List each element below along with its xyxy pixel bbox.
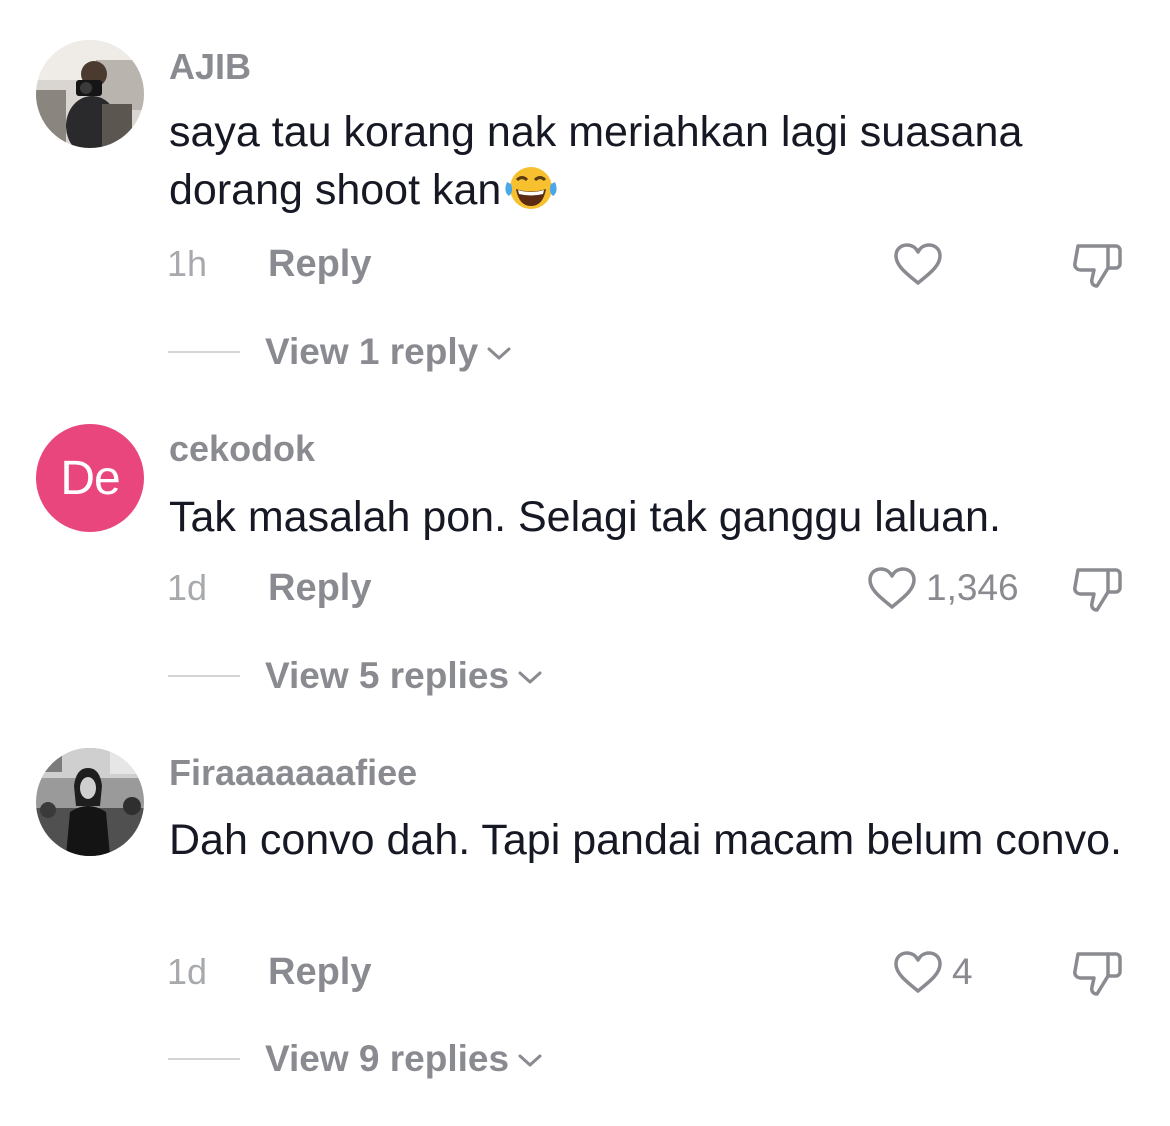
reply-button[interactable]: Reply bbox=[268, 558, 371, 618]
comment-text-body: saya tau korang nak meriahkan lagi suasa… bbox=[169, 108, 1023, 214]
avatar[interactable]: De bbox=[36, 424, 144, 532]
timestamp: 1d bbox=[167, 567, 208, 608]
view-replies-row: View 9 replies bbox=[0, 1031, 1170, 1087]
divider bbox=[168, 351, 240, 353]
thumbs-down-outline-icon bbox=[1073, 568, 1122, 612]
username[interactable]: Firaaaaaaafiee bbox=[169, 752, 417, 794]
laughing-tears-emoji-icon bbox=[505, 167, 557, 209]
username[interactable]: AJIB bbox=[169, 46, 251, 88]
comment-text: Tak masalah pon. Selagi tak ganggu lalua… bbox=[169, 493, 1001, 541]
comment-text: Dah convo dah. Tapi pandai macam belum c… bbox=[169, 816, 1122, 864]
dislike-button[interactable] bbox=[1070, 234, 1124, 294]
comment-text: saya tau korang nak meriahkan lagi suasa… bbox=[169, 103, 1129, 219]
divider bbox=[168, 1058, 240, 1060]
avatar-photo bbox=[36, 748, 144, 856]
like-button[interactable]: 1,346 bbox=[866, 558, 1019, 618]
like-count: 1,346 bbox=[926, 567, 1019, 608]
dislike-button[interactable] bbox=[1070, 558, 1124, 618]
view-replies-row: View 1 reply bbox=[0, 324, 1170, 380]
view-replies-label: View 5 replies bbox=[265, 655, 510, 696]
comment-actions: 1d Reply 1,346 bbox=[0, 558, 1170, 618]
chevron-down-icon bbox=[487, 347, 511, 360]
avatar-initials: De bbox=[60, 451, 120, 505]
heart-outline-icon bbox=[894, 243, 942, 285]
reply-button[interactable]: Reply bbox=[268, 234, 371, 294]
heart-outline-icon bbox=[868, 567, 916, 609]
avatar[interactable] bbox=[36, 748, 144, 856]
avatar[interactable] bbox=[36, 40, 144, 148]
timestamp: 1d bbox=[167, 951, 208, 992]
view-replies-button[interactable]: View 1 reply bbox=[265, 324, 512, 380]
avatar-photo bbox=[36, 40, 144, 148]
divider bbox=[168, 675, 240, 677]
view-replies-row: View 5 replies bbox=[0, 648, 1170, 704]
heart-outline-icon bbox=[894, 951, 942, 993]
reply-button[interactable]: Reply bbox=[268, 942, 371, 1002]
like-count: 4 bbox=[952, 951, 973, 992]
view-replies-button[interactable]: View 5 replies bbox=[265, 648, 543, 704]
username[interactable]: cekodok bbox=[169, 428, 315, 470]
view-replies-label: View 1 reply bbox=[265, 331, 479, 372]
chevron-down-icon bbox=[518, 671, 542, 684]
thumbs-down-outline-icon bbox=[1073, 952, 1122, 996]
like-button[interactable] bbox=[892, 234, 952, 294]
view-replies-label: View 9 replies bbox=[265, 1038, 510, 1079]
view-replies-button[interactable]: View 9 replies bbox=[265, 1031, 543, 1087]
thumbs-down-outline-icon bbox=[1073, 244, 1122, 288]
timestamp: 1h bbox=[167, 243, 208, 284]
comment-actions: 1h Reply bbox=[0, 234, 1170, 294]
dislike-button[interactable] bbox=[1070, 942, 1124, 1002]
chevron-down-icon bbox=[518, 1054, 542, 1067]
comment-actions: 1d Reply 4 bbox=[0, 942, 1170, 1002]
like-button[interactable]: 4 bbox=[892, 942, 973, 1002]
